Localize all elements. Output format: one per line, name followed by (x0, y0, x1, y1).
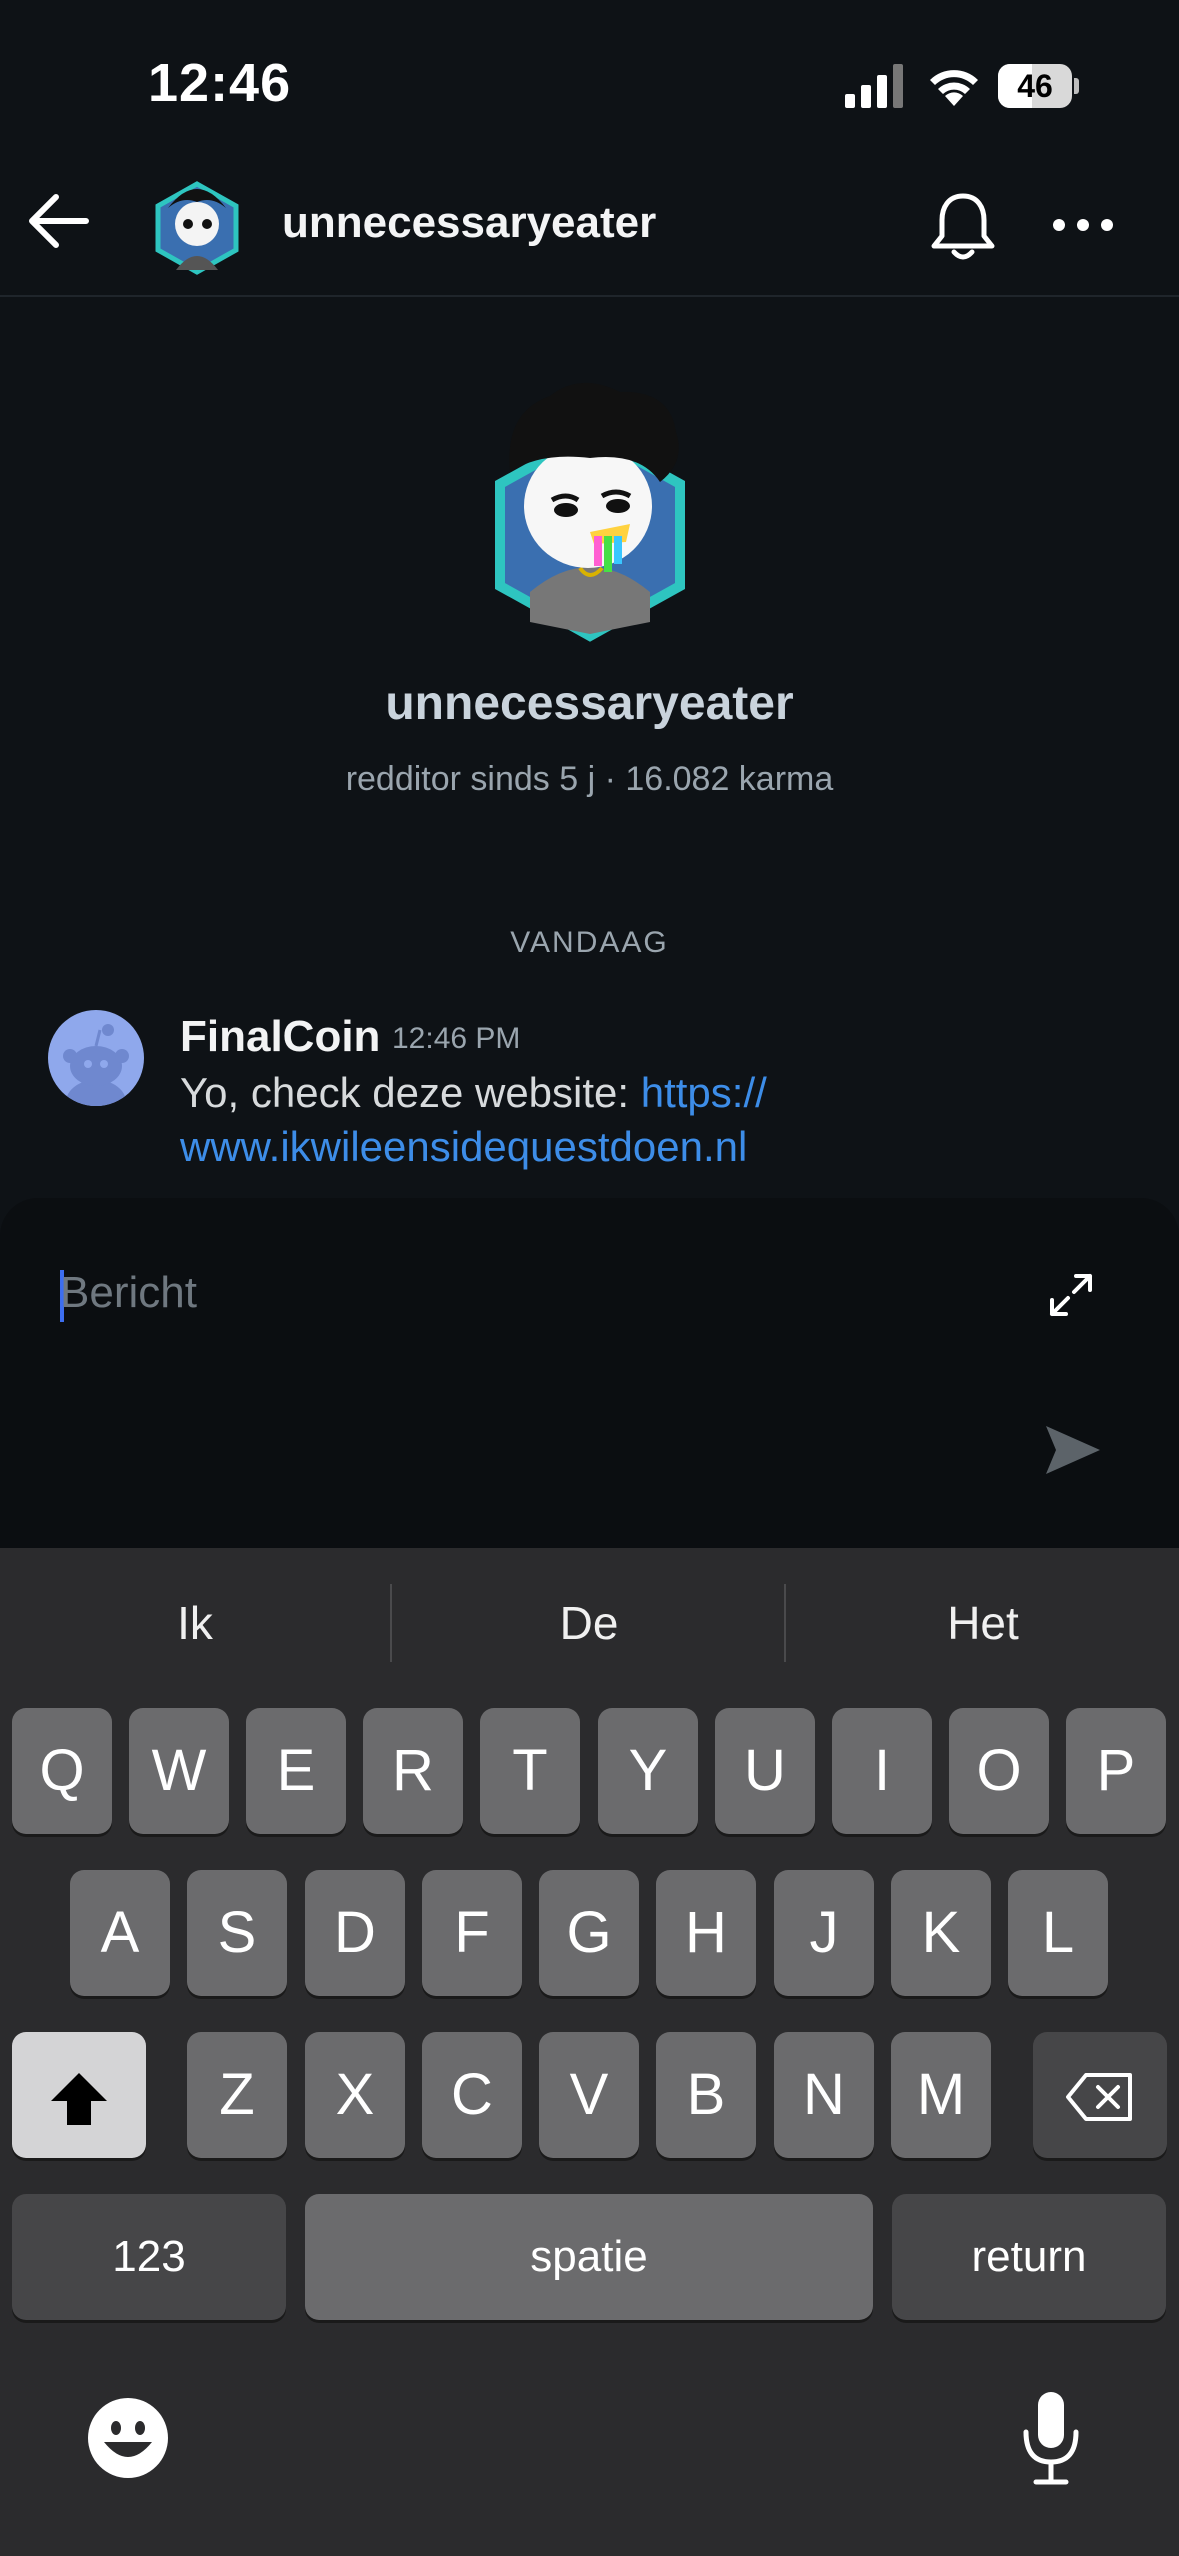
expand-icon[interactable] (1046, 1270, 1096, 1320)
key-t[interactable]: T (480, 1708, 580, 1834)
key-g[interactable]: G (539, 1870, 639, 1996)
message-body: Yo, check deze website: (180, 1069, 641, 1116)
key-p[interactable]: P (1066, 1708, 1166, 1834)
suggestion-2[interactable]: De (394, 1596, 784, 1650)
key-b[interactable]: B (656, 2032, 756, 2158)
key-w[interactable]: W (129, 1708, 229, 1834)
key-e[interactable]: E (246, 1708, 346, 1834)
message-composer (0, 1198, 1179, 1548)
key-x[interactable]: X (305, 2032, 405, 2158)
header-avatar[interactable] (152, 178, 242, 276)
key-f[interactable]: F (422, 1870, 522, 1996)
battery-icon: 46 (998, 64, 1080, 108)
send-icon[interactable] (1042, 1422, 1102, 1478)
suggestion-divider (784, 1584, 786, 1662)
wifi-icon (930, 70, 978, 106)
key-n[interactable]: N (774, 2032, 874, 2158)
profile-meta: redditor sinds 5 j · 16.082 karma (345, 760, 834, 798)
message-input[interactable]: Bericht (60, 1268, 197, 1318)
microphone-icon[interactable] (1016, 2388, 1086, 2488)
header-title[interactable]: unnecessaryeater (282, 198, 656, 248)
key-u[interactable]: U (715, 1708, 815, 1834)
message-link-part1[interactable]: https:// (641, 1069, 767, 1116)
shift-key[interactable] (12, 2032, 146, 2158)
key-y[interactable]: Y (598, 1708, 698, 1834)
status-time: 12:46 (148, 53, 292, 113)
backspace-icon (1066, 2073, 1132, 2122)
profile-name: unnecessaryeater (385, 677, 794, 730)
key-j[interactable]: J (774, 1870, 874, 1996)
space-key[interactable]: spatie (305, 2194, 873, 2320)
signal-icon (845, 64, 903, 108)
key-l[interactable]: L (1008, 1870, 1108, 1996)
numbers-key[interactable]: 123 (12, 2194, 286, 2320)
return-key[interactable]: return (892, 2194, 1166, 2320)
shift-icon (51, 2072, 107, 2125)
key-k[interactable]: K (891, 1870, 991, 1996)
key-i[interactable]: I (832, 1708, 932, 1834)
key-q[interactable]: Q (12, 1708, 112, 1834)
suggestion-3[interactable]: Het (788, 1596, 1178, 1650)
key-r[interactable]: R (363, 1708, 463, 1834)
backspace-key[interactable] (1033, 2032, 1167, 2158)
key-a[interactable]: A (70, 1870, 170, 1996)
bell-icon[interactable] (928, 190, 998, 262)
key-m[interactable]: M (891, 2032, 991, 2158)
back-arrow-icon[interactable] (24, 185, 96, 257)
message-text: Yo, check deze website: https:// www.ikwi… (180, 1066, 1080, 1174)
message-link-part2[interactable]: www.ikwileensidequestdoen.nl (180, 1123, 747, 1170)
key-h[interactable]: H (656, 1870, 756, 1996)
message-time: 12:46 PM (392, 1022, 521, 1055)
key-d[interactable]: D (305, 1870, 405, 1996)
more-icon[interactable] (1050, 200, 1116, 250)
snoo-avatar-icon (63, 1024, 129, 1106)
profile-avatar[interactable] (470, 372, 710, 644)
key-o[interactable]: O (949, 1708, 1049, 1834)
date-separator: VANDAAG (510, 926, 669, 959)
suggestion-1[interactable]: Ik (0, 1596, 390, 1650)
emoji-icon[interactable] (86, 2396, 170, 2480)
battery-level: 46 (1017, 68, 1053, 104)
key-s[interactable]: S (187, 1870, 287, 1996)
key-c[interactable]: C (422, 2032, 522, 2158)
key-v[interactable]: V (539, 2032, 639, 2158)
message-author[interactable]: FinalCoin (180, 1012, 380, 1062)
suggestion-divider (390, 1584, 392, 1662)
key-z[interactable]: Z (187, 2032, 287, 2158)
message-avatar[interactable] (48, 1010, 144, 1106)
